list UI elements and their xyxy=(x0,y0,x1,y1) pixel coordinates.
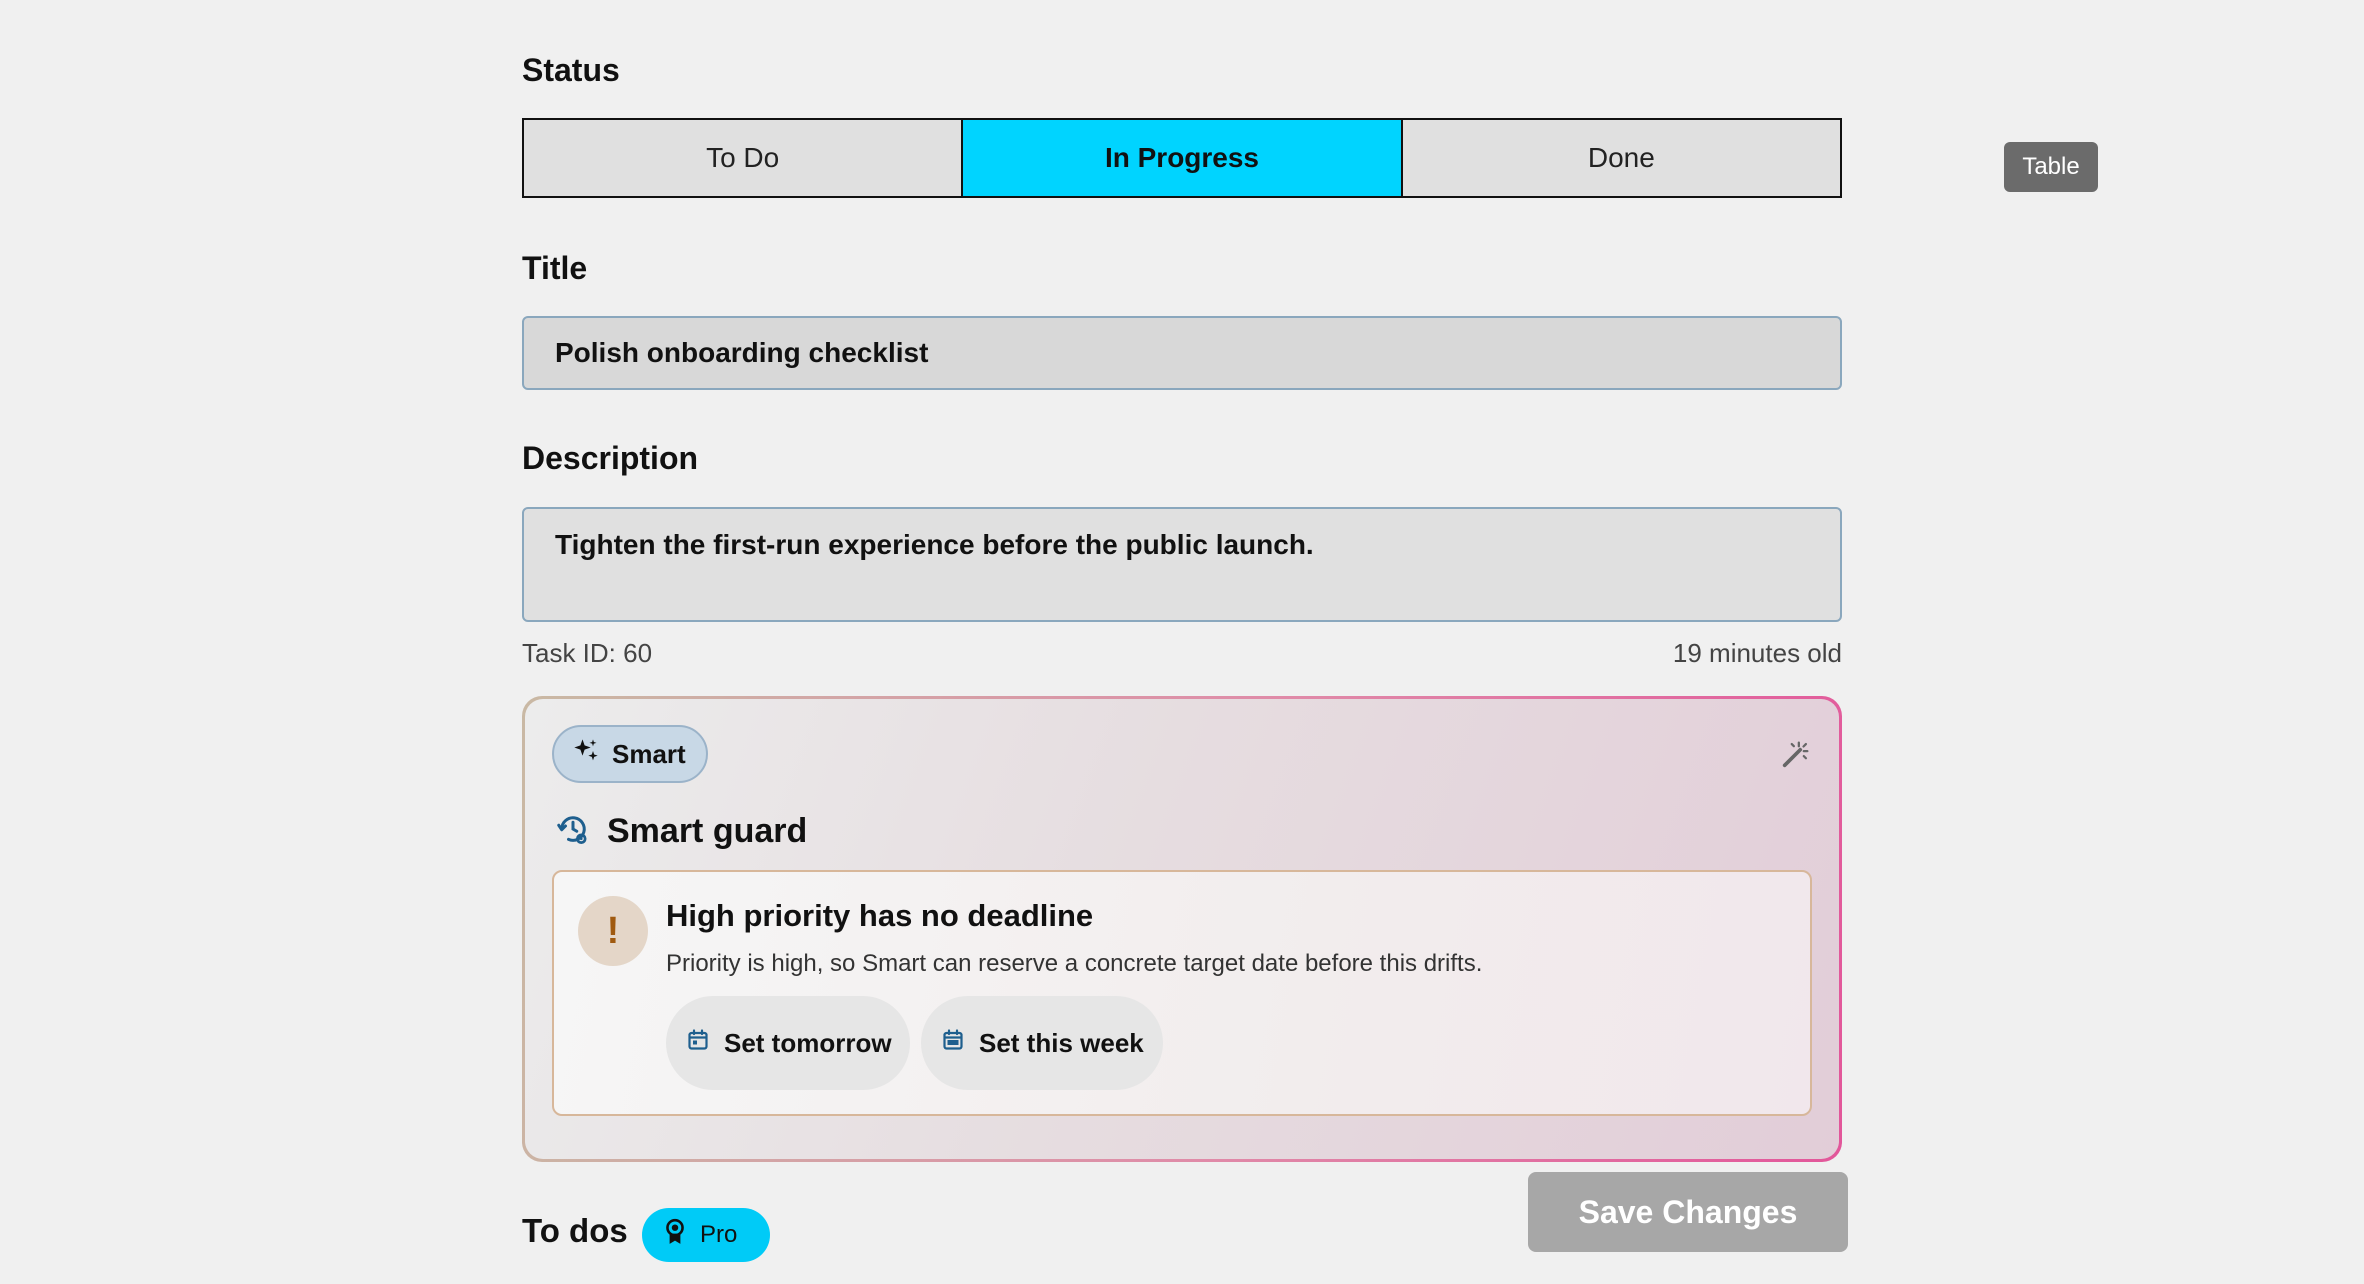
save-changes-button[interactable]: Save Changes xyxy=(1528,1172,1848,1252)
deadline-alert: ! High priority has no deadline Priority… xyxy=(552,870,1812,1116)
task-id: Task ID: 60 xyxy=(522,638,653,668)
task-age: 19 minutes old xyxy=(1672,638,1842,668)
smart-guard-header: Smart guard xyxy=(555,811,807,852)
status-label: Status xyxy=(522,52,620,88)
alert-title: High priority has no deadline xyxy=(666,898,1094,933)
title-input[interactable]: Polish onboarding checklist xyxy=(522,316,1842,390)
set-this-week-button[interactable]: Set this week xyxy=(921,996,1163,1090)
smart-badge-label: Smart xyxy=(612,738,686,769)
table-view-button[interactable]: Table xyxy=(2004,142,2098,192)
todos-label: To dos xyxy=(522,1212,628,1249)
title-label: Title xyxy=(522,250,588,286)
smart-badge[interactable]: Smart xyxy=(552,725,708,783)
calendar-icon xyxy=(686,1028,710,1059)
pro-badge-label: Pro xyxy=(700,1221,738,1248)
alert-body: Priority is high, so Smart can reserve a… xyxy=(666,950,1483,977)
history-gear-icon xyxy=(555,811,591,852)
exclamation-icon: ! xyxy=(578,896,648,966)
sparkle-icon xyxy=(572,737,600,772)
status-option-in-progress[interactable]: In Progress xyxy=(961,120,1401,196)
calendar-icon xyxy=(941,1028,965,1059)
status-option-to-do[interactable]: To Do xyxy=(524,120,962,196)
set-this-week-label: Set this week xyxy=(979,1027,1144,1058)
description-textarea[interactable]: Tighten the first-run experience before … xyxy=(522,507,1842,622)
smart-card: Smart Smart guard ! High priority has no… xyxy=(522,696,1842,1162)
status-option-done[interactable]: Done xyxy=(1400,120,1840,196)
smart-guard-title: Smart guard xyxy=(607,812,808,850)
award-ribbon-icon xyxy=(662,1218,688,1253)
magic-wand-icon[interactable] xyxy=(1779,737,1813,771)
set-tomorrow-button[interactable]: Set tomorrow xyxy=(666,996,910,1090)
set-tomorrow-label: Set tomorrow xyxy=(724,1027,892,1058)
pro-badge[interactable]: Pro xyxy=(642,1208,770,1262)
description-label: Description xyxy=(522,440,699,476)
status-segmented-control: To Do In Progress Done xyxy=(522,118,1842,198)
